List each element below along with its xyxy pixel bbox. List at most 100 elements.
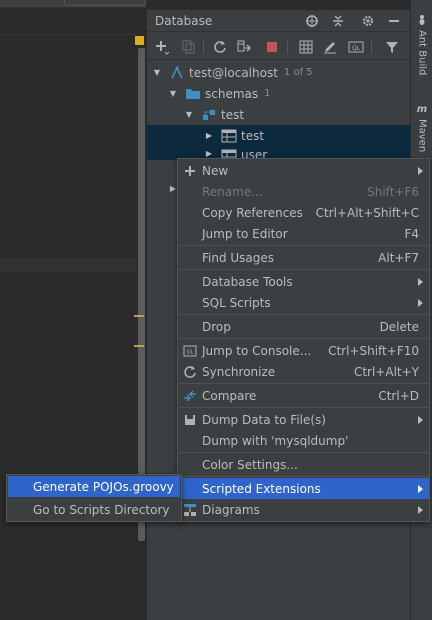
expanded-arrow-icon[interactable]: ▼ [183,110,195,119]
table-view-icon[interactable] [297,38,315,56]
tree-item-datasource[interactable]: ▼ test@localhost 1 of 5 [147,62,411,83]
tree-item-count: 1 [264,88,271,99]
menu-separator [179,476,429,477]
tree-item-count: 1 of 5 [283,67,313,78]
menu-item-shortcut: Ctrl+Shift+F10 [328,343,419,358]
collapsed-arrow-icon[interactable]: ▶ [203,149,215,158]
menu-separator [179,314,429,315]
tree-item-table-test[interactable]: ▶ test [147,125,411,146]
submenu-arrow-icon [418,505,423,514]
submenu-item-generate-pojos[interactable]: Generate POJOs.groovy [8,476,180,497]
tree-item-label: schemas [205,86,259,101]
menu-item-drop[interactable]: Drop Delete [178,316,429,337]
menu-item-sql-scripts[interactable]: SQL Scripts [178,292,429,313]
error-stripe-marker[interactable] [134,315,144,317]
submenu-arrow-icon [418,415,423,424]
menu-item-scripted-extensions[interactable]: Scripted Extensions [178,478,429,499]
menu-item-label: Find Usages [202,250,275,265]
menu-item-jump-to-console[interactable]: QL Jump to Console... Ctrl+Shift+F10 [178,340,429,361]
hide-panel-icon[interactable] [385,12,403,30]
menu-item-database-tools[interactable]: Database Tools [178,271,429,292]
filter-icon[interactable] [383,38,401,56]
tree-item-label: test [221,107,245,122]
menu-item-label: Copy References [202,205,303,220]
datasource-icon [171,65,183,78]
tree-item-schemas[interactable]: ▼ schemas 1 [147,83,411,104]
add-icon[interactable] [153,38,171,56]
dump-icon [182,412,198,428]
submenu-item-go-to-scripts[interactable]: Go to Scripts Directory [8,499,180,520]
copy-icon[interactable] [179,38,197,56]
menu-item-label: Color Settings... [202,457,298,472]
menu-item-new[interactable]: New [178,160,429,181]
menu-item-label: Dump Data to File(s) [202,412,326,427]
toolbar-separator [203,40,204,54]
tab-maven[interactable]: m Maven [413,104,431,152]
submenu-item-label: Go to Scripts Directory [33,502,170,517]
schema-icon [203,109,215,120]
scripted-extensions-submenu: Generate POJOs.groovy Go to Scripts Dire… [6,474,182,522]
stop-icon[interactable] [263,38,281,56]
edit-icon[interactable] [321,38,339,56]
sql-console-icon[interactable]: QL [347,38,365,56]
toolbar-separator [287,40,288,54]
warning-marker-icon[interactable] [135,36,144,45]
menu-item-label: Diagrams [202,502,260,517]
table-icon [221,129,237,142]
menu-item-diagrams[interactable]: Diagrams [178,499,429,520]
menu-item-shortcut: Shift+F6 [367,184,419,199]
menu-item-label: New [202,163,229,178]
compare-icon [182,388,198,404]
menu-separator [179,338,429,339]
sync-icon [182,364,198,380]
plus-icon [182,163,198,179]
expanded-arrow-icon[interactable]: ▼ [167,89,179,98]
menu-separator [179,452,429,453]
menu-separator [179,407,429,408]
tree-item-label: test [241,128,265,143]
submenu-arrow-icon [418,484,423,493]
tree-item-schema-test[interactable]: ▼ test [147,104,411,125]
tab-label: Ant Build [416,30,428,76]
editor-area[interactable] [0,0,146,620]
submenu-arrow-icon [418,277,423,286]
menu-item-color-settings[interactable]: Color Settings... [178,454,429,475]
menu-item-compare[interactable]: Compare Ctrl+D [178,385,429,406]
menu-item-label: Rename... [202,184,263,199]
error-stripe-marker[interactable] [134,345,144,347]
menu-item-dump-data[interactable]: Dump Data to File(s) [178,409,429,430]
database-toolbar: QL [147,34,411,60]
submenu-arrow-icon [418,166,423,175]
tree-item-label: test@localhost [189,65,278,80]
menu-item-synchronize[interactable]: Synchronize Ctrl+Alt+Y [178,361,429,382]
menu-item-shortcut: Ctrl+D [378,388,419,403]
svg-text:QL: QL [352,45,361,52]
refresh-icon[interactable] [211,38,229,56]
menu-item-dump-mysqldump[interactable]: Dump with 'mysqldump' [178,430,429,451]
editor-tab[interactable] [64,0,146,6]
gear-icon[interactable] [359,12,377,30]
menu-item-label: SQL Scripts [202,295,271,310]
menu-item-label: Dump with 'mysqldump' [202,433,349,448]
menu-item-label: Jump to Editor [202,226,288,241]
menu-item-shortcut: Delete [379,319,419,334]
target-icon[interactable] [303,12,321,30]
menu-item-label: Scripted Extensions [202,481,321,496]
schema-sync-icon[interactable] [235,38,253,56]
tab-label: Maven [416,119,428,153]
collapsed-arrow-icon[interactable]: ▶ [203,131,215,140]
menu-item-rename[interactable]: Rename... Shift+F6 [178,181,429,202]
menu-item-jump-to-editor[interactable]: Jump to Editor F4 [178,223,429,244]
menu-item-shortcut: Alt+F7 [378,250,419,265]
menu-item-label: Jump to Console... [202,343,312,358]
expanded-arrow-icon[interactable]: ▼ [151,68,163,77]
diagram-icon [182,502,198,518]
tab-ant-build[interactable]: Ant Build [413,14,431,75]
menu-separator [179,383,429,384]
menu-item-label: Database Tools [202,274,293,289]
collapse-all-icon[interactable] [329,12,347,30]
editor-scrollbar-thumb[interactable] [138,48,145,541]
menu-item-find-usages[interactable]: Find Usages Alt+F7 [178,247,429,268]
menu-item-copy-references[interactable]: Copy References Ctrl+Alt+Shift+C [178,202,429,223]
console-icon: QL [182,343,198,359]
